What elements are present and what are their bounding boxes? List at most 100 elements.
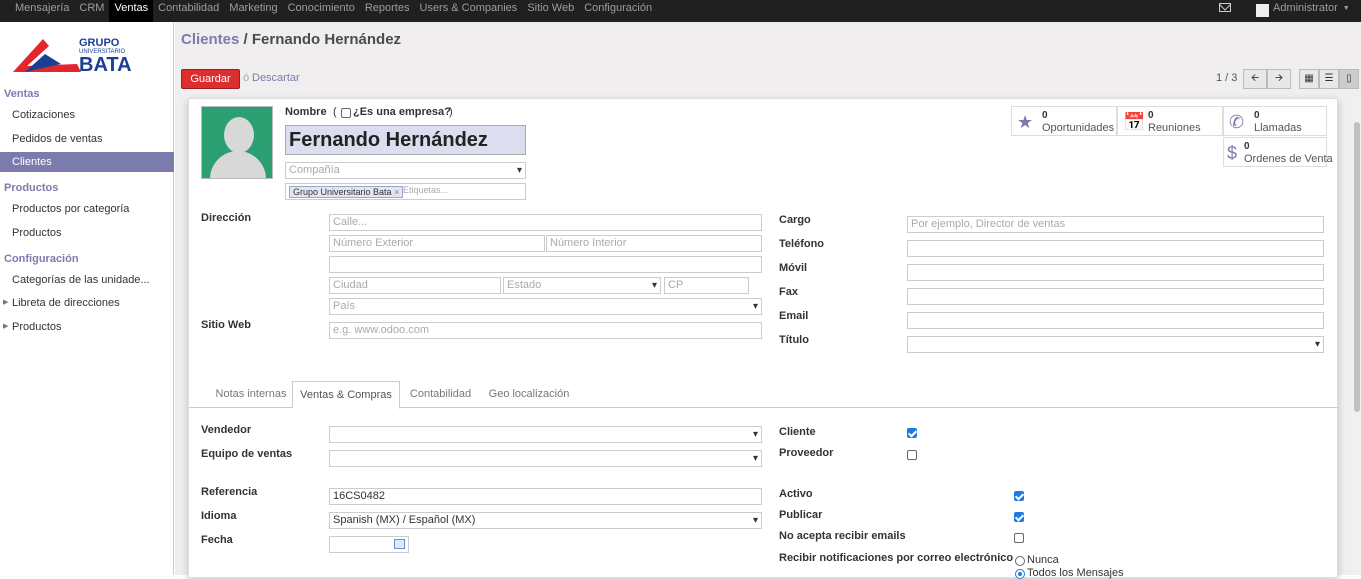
mobile-input[interactable] — [907, 264, 1324, 281]
sidebar-item-productos-config[interactable]: ▶ Productos — [0, 317, 174, 337]
sale-orders-button[interactable]: $ 0 Ordenes de Venta — [1223, 137, 1333, 167]
tag-label: Grupo Universitario Bata — [293, 187, 392, 197]
breadcrumb: Clientes / Fernando Hernández — [181, 31, 401, 48]
customer-checkbox[interactable] — [907, 428, 917, 438]
state-select[interactable]: Estado — [503, 277, 661, 294]
tab-ventas-compras[interactable]: Ventas & Compras — [292, 381, 400, 409]
equipo-label: Equipo de ventas — [201, 448, 293, 460]
prev-record-button[interactable]: 🡨 — [1243, 69, 1267, 89]
fax-input[interactable] — [907, 288, 1324, 305]
notifications-label: Recibir notificaciones por correo electr… — [779, 552, 1014, 564]
notify-never-radio[interactable] — [1015, 556, 1025, 566]
notify-never-label: Nunca — [1027, 554, 1059, 566]
tab-geo-localizacion[interactable]: Geo localización — [484, 381, 574, 408]
date-input[interactable] — [329, 536, 409, 553]
notify-all-radio[interactable] — [1015, 569, 1025, 579]
tab-notas-internas[interactable]: Notas internas — [203, 381, 299, 408]
is-company-checkbox[interactable] — [341, 108, 351, 118]
sidebar-item-categorias[interactable]: Categorías de las unidade... — [0, 270, 174, 290]
active-checkbox[interactable] — [1014, 491, 1024, 501]
no-emails-label: No acepta recibir emails — [779, 530, 906, 542]
sidebar-item-pedidos[interactable]: Pedidos de ventas — [0, 129, 174, 149]
menu-contabilidad[interactable]: Contabilidad — [153, 0, 224, 22]
menu-configuracion[interactable]: Configuración — [579, 0, 657, 22]
telefono-label: Teléfono — [779, 238, 825, 250]
next-record-button[interactable]: 🡪 — [1267, 69, 1291, 89]
sidebar-item-cotizaciones[interactable]: Cotizaciones — [0, 105, 174, 125]
fecha-label: Fecha — [201, 534, 233, 546]
name-input[interactable]: Fernando Hernández — [285, 125, 526, 155]
tag-remove-icon[interactable]: × — [394, 187, 399, 197]
contact-photo[interactable] — [201, 106, 273, 179]
fax-label: Fax — [779, 286, 798, 298]
street2-input[interactable] — [329, 256, 762, 273]
sidebar: GRUPO UNIVERSITARIO BATA Ventas Cotizaci… — [0, 22, 174, 575]
sidebar-item-label: Productos — [12, 321, 62, 333]
city-input[interactable]: Ciudad — [329, 277, 501, 294]
titulo-label: Título — [779, 334, 809, 346]
mail-icon[interactable] — [1219, 3, 1231, 12]
language-select[interactable]: Spanish (MX) / Español (MX) — [329, 512, 762, 529]
zip-input[interactable]: CP — [664, 277, 749, 294]
interior-number-input[interactable]: Número Interior — [546, 235, 762, 252]
expand-arrow-icon: ▶ — [3, 299, 9, 306]
website-input[interactable]: e.g. www.odoo.com — [329, 322, 762, 339]
company-select[interactable]: Compañía — [285, 162, 526, 179]
section-configuracion: Configuración — [4, 253, 79, 265]
title-select[interactable] — [907, 336, 1324, 353]
meetings-button[interactable]: 📅 0 Reuniones — [1117, 106, 1223, 136]
form-view-button[interactable]: ▯ — [1339, 69, 1359, 89]
tab-contabilidad[interactable]: Contabilidad — [403, 381, 478, 408]
sidebar-item-clientes[interactable]: Clientes — [0, 152, 174, 172]
list-view-button[interactable]: ☰ — [1319, 69, 1339, 89]
page-title: Fernando Hernández — [251, 31, 402, 48]
menu-users-companies[interactable]: Users & Companies — [414, 0, 522, 22]
supplier-checkbox[interactable] — [907, 450, 917, 460]
sidebar-item-productos[interactable]: Productos — [0, 223, 174, 243]
menu-reportes[interactable]: Reportes — [360, 0, 415, 22]
pager-counter: 1 / 3 — [1216, 72, 1238, 84]
opt-out-checkbox[interactable] — [1014, 533, 1024, 543]
country-select[interactable]: País — [329, 298, 762, 315]
menu-conocimiento[interactable]: Conocimiento — [283, 0, 360, 22]
menu-crm[interactable]: CRM — [74, 0, 109, 22]
save-button[interactable]: Guardar — [181, 69, 240, 89]
company-logo: GRUPO UNIVERSITARIO BATA — [13, 37, 132, 76]
exterior-number-input[interactable]: Número Exterior — [329, 235, 545, 252]
menu-mensajeria[interactable]: Mensajería — [10, 0, 74, 22]
street-input[interactable]: Calle... — [329, 214, 762, 231]
or-text: ó — [243, 72, 250, 84]
job-position-input[interactable]: Por ejemplo, Director de ventas — [907, 216, 1324, 233]
sales-team-select[interactable] — [329, 450, 762, 467]
avatar — [1256, 4, 1269, 17]
phone-icon: ✆ — [1229, 112, 1245, 132]
email-label: Email — [779, 310, 809, 322]
sidebar-item-productos-categoria[interactable]: Productos por categoría — [0, 199, 174, 219]
tag-badge: Grupo Universitario Bata × — [289, 186, 404, 198]
calls-button[interactable]: ✆ 0 Llamadas — [1223, 106, 1327, 136]
calendar-icon[interactable] — [394, 539, 405, 549]
discard-button[interactable]: Descartar — [252, 72, 300, 84]
reference-input[interactable]: 16CS0482 — [329, 488, 762, 505]
scrollbar[interactable] — [1353, 97, 1361, 575]
proveedor-label: Proveedor — [779, 447, 834, 459]
name-label: Nombre — [285, 106, 327, 118]
publish-checkbox[interactable] — [1014, 512, 1024, 522]
scrollbar-thumb[interactable] — [1354, 122, 1360, 412]
email-input[interactable] — [907, 312, 1324, 329]
breadcrumb-clientes[interactable]: Clientes — [181, 31, 239, 48]
sidebar-item-libreta[interactable]: ▶ Libreta de direcciones — [0, 293, 174, 313]
kanban-view-button[interactable]: ▦ — [1299, 69, 1319, 89]
menu-ventas[interactable]: Ventas — [109, 0, 154, 22]
idioma-label: Idioma — [201, 510, 237, 522]
movil-label: Móvil — [779, 262, 808, 274]
user-menu[interactable]: Administrator ▼ — [1256, 0, 1350, 22]
salesperson-select[interactable] — [329, 426, 762, 443]
menu-sitio-web[interactable]: Sitio Web — [522, 0, 579, 22]
phone-input[interactable] — [907, 240, 1324, 257]
opportunities-button[interactable]: ★ 0 Oportunidades — [1011, 106, 1117, 136]
cliente-label: Cliente — [779, 426, 816, 438]
sidebar-item-label: Libreta de direcciones — [12, 297, 120, 309]
person-silhouette-icon — [224, 117, 254, 153]
menu-marketing[interactable]: Marketing — [224, 0, 282, 22]
